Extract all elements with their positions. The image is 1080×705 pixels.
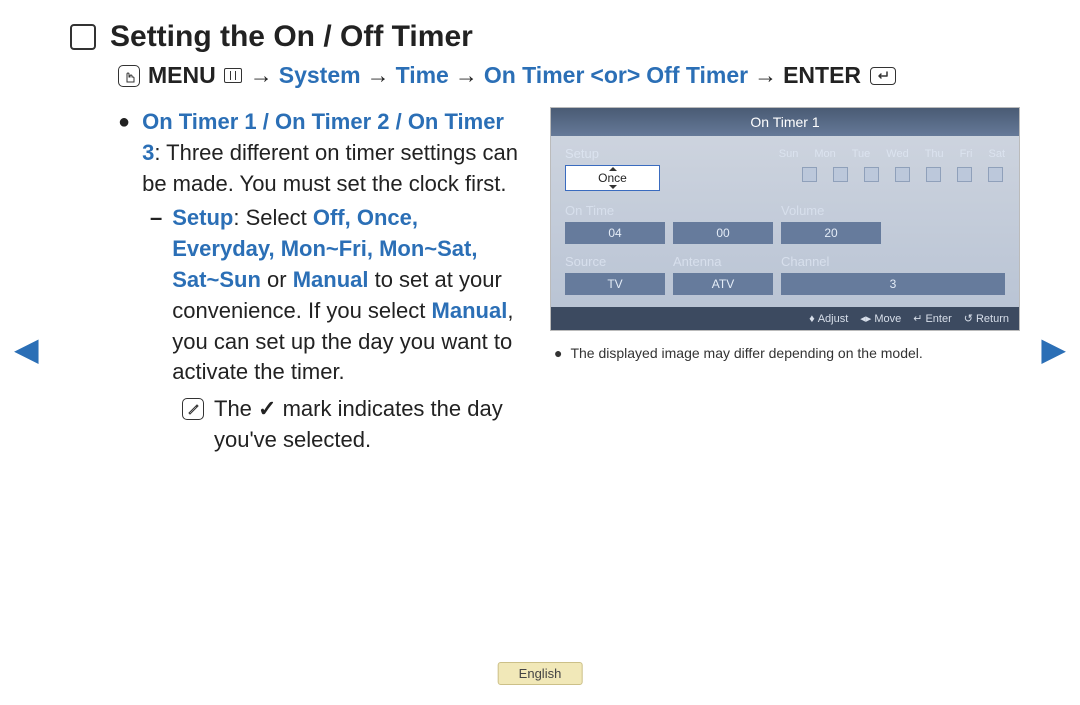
osd-channel[interactable]: 3: [781, 273, 1005, 295]
leftright-icon: ◂▸: [860, 312, 871, 325]
day-check[interactable]: [802, 167, 817, 182]
day-thu: Thu: [925, 148, 944, 160]
day-check[interactable]: [988, 167, 1003, 182]
updown-icon: ♦: [809, 313, 815, 325]
menu-label: MENU: [148, 62, 216, 89]
note-text: The ✓ mark indicates the day you've sele…: [214, 394, 520, 456]
day-wed: Wed: [886, 148, 908, 160]
language-badge[interactable]: English: [498, 662, 583, 685]
osd-antenna[interactable]: ATV: [673, 273, 773, 295]
footer-return: Return: [976, 313, 1009, 325]
note-icon: [182, 398, 204, 420]
arrow: →: [250, 62, 273, 89]
day-check[interactable]: [833, 167, 848, 182]
breadcrumb: MENU → System → Time → On Timer <or> Off…: [118, 62, 1020, 89]
osd-channel-label: Channel: [781, 254, 829, 269]
nav-time: Time: [396, 62, 449, 89]
prev-page-arrow[interactable]: ◀: [14, 330, 39, 368]
dash-icon: –: [150, 203, 162, 388]
footer-move: Move: [874, 313, 901, 325]
txt: or: [261, 267, 293, 292]
nav-system: System: [279, 62, 361, 89]
osd-source[interactable]: TV: [565, 273, 665, 295]
osd-caption: The displayed image may differ depending…: [570, 345, 922, 361]
footer-enter: Enter: [925, 313, 951, 325]
day-sat: Sat: [988, 148, 1005, 160]
osd-volume-label: Volume: [781, 203, 824, 218]
osd-panel: On Timer 1 Setup Sun Mon Tue Wed Thu Fri…: [550, 107, 1020, 331]
osd-title: On Timer 1: [551, 108, 1019, 136]
osd-volume[interactable]: 20: [781, 222, 881, 244]
menu-icon: [224, 68, 242, 83]
setup-manual: Manual: [293, 267, 369, 292]
osd-setup-label: Setup: [565, 146, 665, 161]
nav-on-timer: On Timer: [484, 62, 585, 89]
osd-days-header: Sun Mon Tue Wed Thu Fri Sat: [665, 148, 1005, 160]
nav-or: <or>: [590, 62, 640, 89]
arrow: →: [455, 62, 478, 89]
osd-antenna-label: Antenna: [673, 254, 781, 269]
footer-adjust: Adjust: [818, 313, 849, 325]
page-title: Setting the On / Off Timer: [110, 20, 473, 54]
next-page-arrow[interactable]: ▶: [1041, 330, 1066, 368]
day-check[interactable]: [926, 167, 941, 182]
day-check[interactable]: [864, 167, 879, 182]
setup-manual2: Manual: [432, 298, 508, 323]
txt: : Select: [233, 205, 312, 230]
paragraph-on-timer: On Timer 1 / On Timer 2 / On Timer 3: Th…: [142, 107, 520, 199]
nav-off-timer: Off Timer: [646, 62, 748, 89]
bullet-icon: ●: [118, 107, 130, 199]
day-fri: Fri: [960, 148, 973, 160]
osd-footer: ♦Adjust ◂▸Move ↵Enter ↺Return: [551, 307, 1019, 330]
arrow: →: [754, 62, 777, 89]
txt: The: [214, 396, 258, 421]
enter-label: ENTER: [783, 62, 861, 89]
osd-day-checks: [660, 165, 1005, 191]
enter-icon: [870, 67, 896, 85]
paragraph-setup: Setup: Select Off, Once, Everyday, Mon~F…: [172, 203, 520, 388]
osd-on-time-label: On Time: [565, 203, 781, 218]
setup-label: Setup: [172, 205, 233, 230]
osd-setup-value[interactable]: Once: [565, 165, 660, 191]
osd-source-label: Source: [565, 254, 673, 269]
day-check[interactable]: [895, 167, 910, 182]
section-bullet-icon: [70, 24, 96, 50]
hand-icon: [118, 65, 140, 87]
arrow: →: [367, 62, 390, 89]
day-tue: Tue: [852, 148, 871, 160]
day-sun: Sun: [779, 148, 799, 160]
bullet-icon: ●: [554, 345, 562, 361]
day-check[interactable]: [957, 167, 972, 182]
check-icon: ✓: [258, 396, 276, 421]
return-icon: ↺: [964, 312, 973, 325]
osd-minute[interactable]: 00: [673, 222, 773, 244]
day-mon: Mon: [814, 148, 835, 160]
osd-hour[interactable]: 04: [565, 222, 665, 244]
on-timer-heading-tail: : Three different on timer settings can …: [142, 140, 518, 196]
enter-small-icon: ↵: [913, 312, 922, 325]
